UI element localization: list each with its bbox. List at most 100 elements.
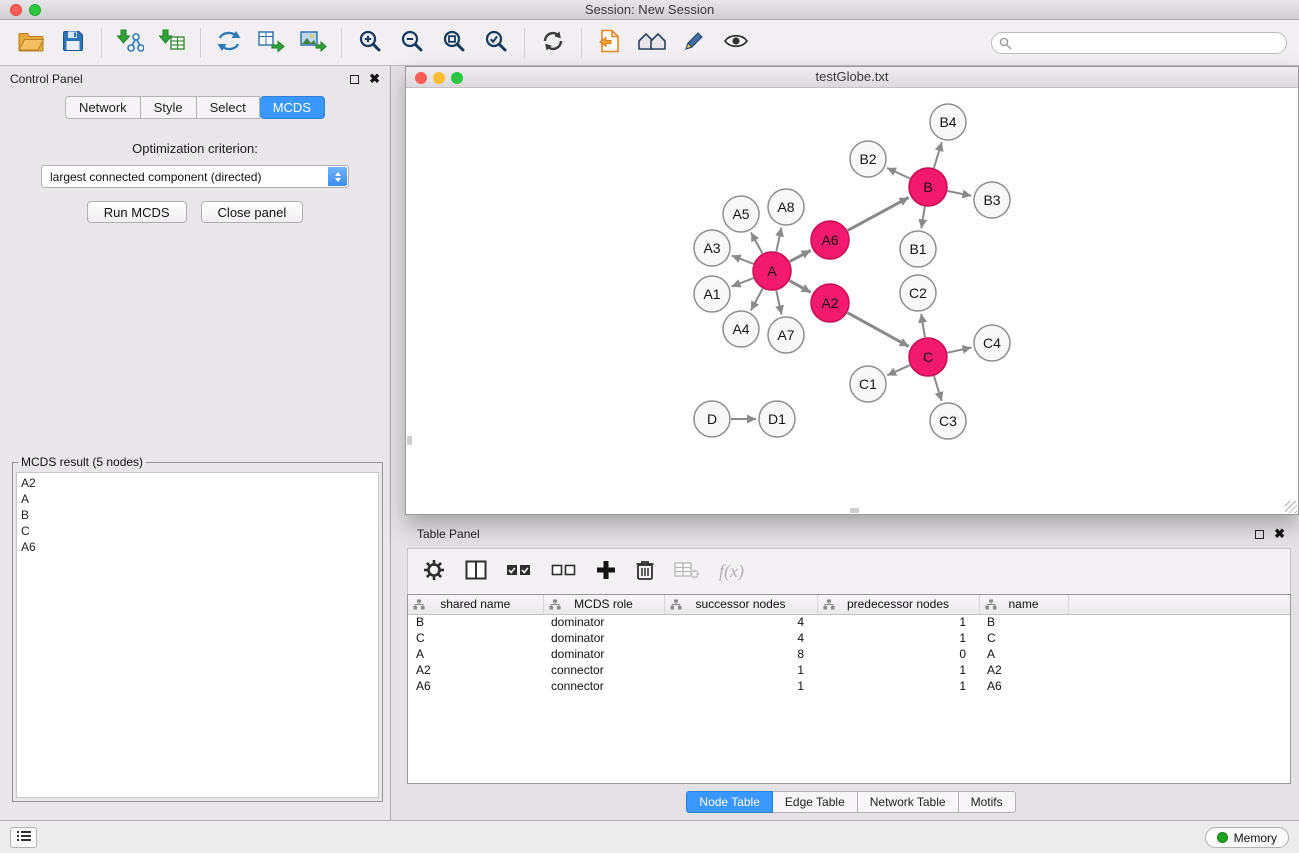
mcds-result-item[interactable]: B <box>21 507 374 523</box>
edge-A2-C[interactable] <box>848 313 909 347</box>
node-A8[interactable]: A8 <box>768 189 804 225</box>
node-C2[interactable]: C2 <box>900 275 936 311</box>
zoom-selected-button[interactable] <box>475 24 517 62</box>
resize-grip[interactable] <box>1285 501 1297 513</box>
table-settings-button[interactable] <box>422 558 446 585</box>
export-table-button[interactable] <box>250 24 292 62</box>
node-B[interactable]: B <box>909 168 947 206</box>
tab-select[interactable]: Select <box>197 96 260 119</box>
mcds-result-item[interactable]: A6 <box>21 539 374 555</box>
search-input[interactable] <box>991 32 1287 54</box>
edge-B-B3[interactable] <box>948 191 972 196</box>
node-A3[interactable]: A3 <box>694 230 730 266</box>
memory-button[interactable]: Memory <box>1205 827 1289 848</box>
edge-C-C1[interactable] <box>887 365 910 375</box>
select-all-button[interactable] <box>506 562 532 581</box>
node-C4[interactable]: C4 <box>974 325 1010 361</box>
save-session-button[interactable] <box>52 24 94 62</box>
edge-C-C2[interactable] <box>921 314 925 338</box>
add-column-button[interactable] <box>596 560 616 583</box>
zoom-out-button[interactable] <box>391 24 433 62</box>
column-header-MCDS-role[interactable]: MCDS role <box>543 595 664 614</box>
node-A5[interactable]: A5 <box>723 196 759 232</box>
table-row[interactable]: A6connector11A6 <box>408 678 1290 694</box>
show-hide-button[interactable] <box>715 24 757 62</box>
tab-edge-table[interactable]: Edge Table <box>773 791 858 813</box>
close-network-window-button[interactable] <box>415 72 427 84</box>
close-table-panel-icon[interactable]: ✖ <box>1274 529 1285 539</box>
zoom-in-button[interactable] <box>349 24 391 62</box>
table-row[interactable]: A2connector11A2 <box>408 662 1290 678</box>
zoom-fit-button[interactable] <box>433 24 475 62</box>
node-B4[interactable]: B4 <box>930 104 966 140</box>
deselect-all-button[interactable] <box>551 562 577 581</box>
edge-A-A1[interactable] <box>732 278 754 286</box>
edge-A6-B[interactable] <box>848 198 909 231</box>
node-A7[interactable]: A7 <box>768 317 804 353</box>
mcds-result-list[interactable]: A2ABCA6 <box>16 472 379 798</box>
node-A6[interactable]: A6 <box>811 221 849 259</box>
show-columns-button[interactable] <box>465 560 487 583</box>
table-row[interactable]: Bdominator41B <box>408 614 1290 630</box>
table-row[interactable]: Cdominator41C <box>408 630 1290 646</box>
edge-B-B2[interactable] <box>887 168 910 179</box>
node-C1[interactable]: C1 <box>850 366 886 402</box>
import-table-button[interactable] <box>151 24 193 62</box>
node-A4[interactable]: A4 <box>723 311 759 347</box>
run-mcds-button[interactable]: Run MCDS <box>87 201 187 223</box>
delete-column-button[interactable] <box>635 559 655 584</box>
node-B3[interactable]: B3 <box>974 182 1010 218</box>
close-window-button[interactable] <box>10 4 22 16</box>
dropdown-stepper-icon[interactable] <box>328 167 347 186</box>
column-header-predecessor-nodes[interactable]: predecessor nodes <box>817 595 979 614</box>
tab-mcds[interactable]: MCDS <box>260 96 325 119</box>
edge-A-A3[interactable] <box>732 256 754 264</box>
zoom-window-button[interactable] <box>29 4 41 16</box>
edge-C-C3[interactable] <box>934 376 942 401</box>
edge-B-B4[interactable] <box>934 142 942 168</box>
delete-table-button[interactable] <box>674 560 700 583</box>
edge-A-A7[interactable] <box>776 291 781 315</box>
float-table-panel-icon[interactable] <box>1255 530 1264 539</box>
edge-A-A4[interactable] <box>751 289 763 311</box>
close-panel-button[interactable]: Close panel <box>201 201 304 223</box>
home-button[interactable] <box>631 24 673 62</box>
mcds-result-item[interactable]: A <box>21 491 374 507</box>
minimize-network-window-button[interactable] <box>433 72 445 84</box>
node-D1[interactable]: D1 <box>759 401 795 437</box>
edge-A-A6[interactable] <box>790 250 811 261</box>
tab-node-table[interactable]: Node Table <box>686 791 773 813</box>
column-header-name[interactable]: name <box>979 595 1068 614</box>
edge-A-A5[interactable] <box>751 232 762 253</box>
import-network-button[interactable] <box>109 24 151 62</box>
document-button[interactable] <box>589 24 631 62</box>
node-C[interactable]: C <box>909 338 947 376</box>
node-C3[interactable]: C3 <box>930 403 966 439</box>
mcds-result-item[interactable]: A2 <box>21 475 374 491</box>
tab-motifs[interactable]: Motifs <box>959 791 1016 813</box>
zoom-network-window-button[interactable] <box>451 72 463 84</box>
horizontal-scroll-indicator[interactable] <box>850 508 859 513</box>
network-graph[interactable]: B4B2BB3A5A8A6B1A3AC2A1A2A4A7C4CC1C3DD1 <box>406 88 1298 514</box>
float-panel-icon[interactable] <box>350 75 359 84</box>
close-panel-icon[interactable]: ✖ <box>369 74 380 84</box>
open-session-button[interactable] <box>10 24 52 62</box>
node-B2[interactable]: B2 <box>850 141 886 177</box>
edge-C-C4[interactable] <box>948 348 972 353</box>
network-window-titlebar[interactable]: testGlobe.txt <box>406 67 1298 88</box>
node-A2[interactable]: A2 <box>811 284 849 322</box>
edge-B-B1[interactable] <box>921 207 925 229</box>
mcds-result-item[interactable]: C <box>21 523 374 539</box>
edge-A-A8[interactable] <box>776 228 781 252</box>
refresh-button[interactable] <box>532 24 574 62</box>
node-D[interactable]: D <box>694 401 730 437</box>
vertical-scroll-indicator[interactable] <box>407 436 412 445</box>
tab-style[interactable]: Style <box>141 96 197 119</box>
node-B1[interactable]: B1 <box>900 231 936 267</box>
table-row[interactable]: Adominator80A <box>408 646 1290 662</box>
style-pen-button[interactable] <box>673 24 715 62</box>
task-history-button[interactable] <box>10 827 37 848</box>
edge-A-A2[interactable] <box>790 281 811 293</box>
column-header-shared-name[interactable]: shared name <box>408 595 543 614</box>
node-A[interactable]: A <box>753 252 791 290</box>
